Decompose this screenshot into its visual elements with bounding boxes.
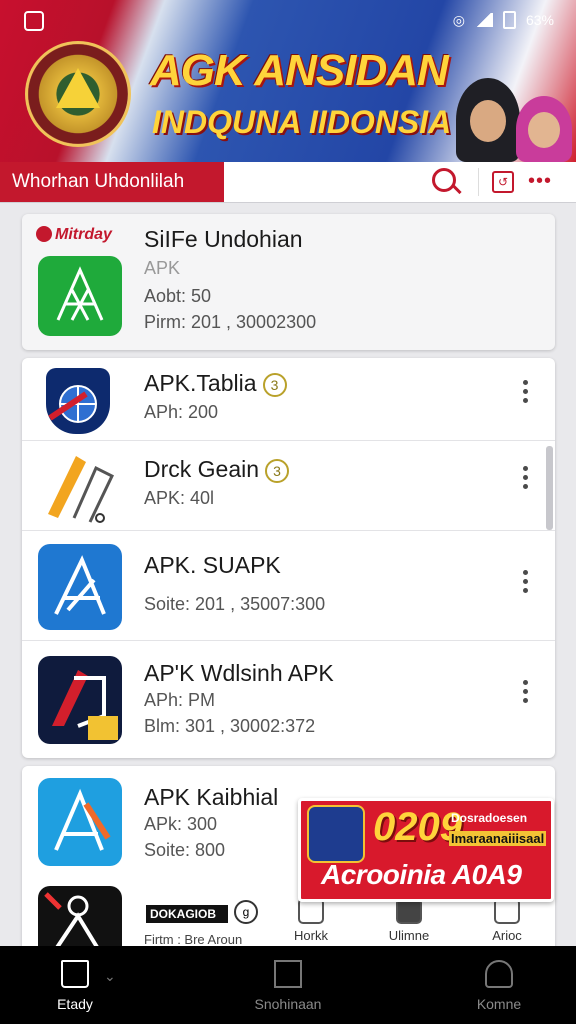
action-home[interactable]: Horkk [276,898,346,943]
badge: 3 [265,458,290,483]
label-pill: DOKAGIOB [146,905,228,923]
app-meta: Blm: 301 , 30002:372 [144,716,316,736]
app-name: APK. SUAPK [144,552,281,578]
app-meta: APh: 200 [144,402,219,422]
alarm-icon: ◎ [452,11,465,28]
app-icon [38,256,122,336]
scrollbar[interactable] [546,446,553,530]
home-icon [61,960,89,988]
more-options-icon[interactable] [523,680,529,707]
ad-text: Imaraanaiiisaal [449,831,547,846]
list-item[interactable]: APK.Tablia 3 APh: 200 [22,358,555,441]
divider [478,168,479,196]
app-meta: Soite: 800 [144,840,226,860]
app-icon [38,544,122,630]
app-name: AP'K Wdlsinh APK [144,660,334,686]
action-save[interactable]: Ulimne [374,898,444,943]
battery-percent: 63% [525,12,554,28]
app-meta: Aobt: 50 [144,286,212,306]
person-icon [485,960,513,988]
app-name: SiIFe Undohian [144,226,303,252]
list-item[interactable]: Drck Geain 3 APK: 40l [22,440,555,531]
person-image [516,96,572,162]
banner-title: AGK ANSIDAN [150,46,449,95]
nav-item-home[interactable]: Etady [0,960,150,1012]
app-list: APK.Tablia 3 APh: 200 Drck Geain 3 APK: 40… [22,358,555,758]
ad-text: Dosradoesen [451,811,528,825]
app-meta: Firtm : Bre Aroun [144,932,243,947]
app-meta: Pirm: 201 , 30002300 [144,312,317,332]
emblem-logo [28,44,128,144]
app-meta: APk: 300 [144,814,218,834]
app-meta: Soite: 201 , 35007:300 [144,594,326,614]
app-icon [38,656,122,744]
chevron-down-icon[interactable]: ⌄ [104,968,116,985]
app-icon [38,778,122,866]
ring-icon: g [234,900,258,924]
header-banner: ◎ 63% AGK ANSIDAN INDQUNA IIDONSIA [0,0,576,162]
app-name: Drck Geain 3 [144,456,290,483]
featured-app-card[interactable]: Mitrday SiIFe Undohian APK Aobt: 50 Pirm… [22,214,555,350]
nav-item-profile[interactable]: Komne [424,960,574,1012]
tab-bar: Whorhan Uhdonlilah ↺ ••• [0,162,576,203]
share-icon [274,960,302,988]
status-bar: ◎ 63% [0,8,576,34]
more-icon[interactable]: ••• [528,170,552,193]
app-icon [40,448,122,524]
nav-label: Etady [57,996,93,1012]
more-options-icon[interactable] [523,466,529,493]
list-item[interactable]: AP'K Wdlsinh APK APh: PM Blm: 301 , 3000… [22,640,555,758]
battery-icon [502,11,516,29]
share-icon[interactable]: ↺ [492,171,514,193]
action-monitor[interactable]: Arioc [472,898,542,943]
home-indicator-icon [24,11,44,31]
person-image [456,78,520,162]
app-name: APK.Tablia 3 [144,370,287,397]
bottom-nav: Etady ⌄ Snohinaan Komne [0,946,576,1024]
app-icon [46,368,110,434]
nav-label: Komne [476,996,522,1012]
brand-label: Mitrday [36,226,112,244]
app-name: APK Kaibhial [144,784,279,810]
more-options-icon[interactable] [523,570,529,597]
list-item[interactable]: APK. SUAPK Soite: 201 , 35007:300 [22,530,555,641]
app-type: APK [144,258,181,278]
signal-icon [474,13,493,27]
app-meta: APK: 40l [144,488,215,508]
nav-label: Snohinaan [254,996,322,1012]
nav-item-share[interactable]: Snohinaan [213,960,363,1012]
more-options-icon[interactable] [523,380,529,407]
app-meta: APh: PM [144,690,216,710]
banner-subtitle: INDQUNA IIDONSIA [152,104,452,140]
search-icon[interactable] [432,168,456,192]
ad-footer: Acrooinia A0A9 [321,859,522,890]
badge: 3 [262,372,287,397]
tab-active[interactable]: Whorhan Uhdonlilah [0,162,224,202]
ad-banner[interactable]: 0209 Dosradoesen Imaraanaiiisaal Acrooin… [298,798,554,902]
ad-logo-icon [307,805,365,863]
